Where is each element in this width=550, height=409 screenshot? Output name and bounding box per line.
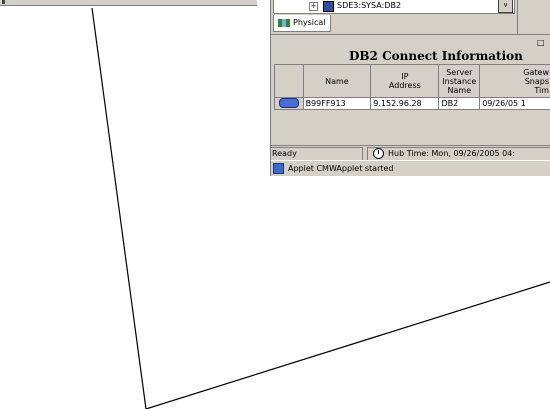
annotation-line-left (91, 7, 147, 409)
annotation-line-bottom (145, 281, 550, 409)
annotation-lines (91, 7, 550, 409)
